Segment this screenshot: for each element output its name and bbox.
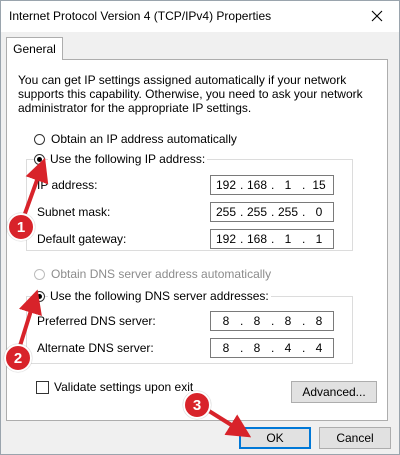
ok-button-label: OK <box>266 431 284 445</box>
octet-separator: . <box>240 205 244 219</box>
properties-dialog: Internet Protocol Version 4 (TCP/IPv4) P… <box>0 0 400 455</box>
obtain-dns-auto-radio[interactable] <box>34 269 45 280</box>
octet-separator: . <box>302 205 306 219</box>
octet-separator: . <box>302 341 306 355</box>
tab-general[interactable]: General <box>6 37 63 60</box>
preferred-dns-octet-3: 8 <box>284 314 292 328</box>
preferred-dns-label: Preferred DNS server: <box>37 314 156 328</box>
advanced-button-label: Advanced... <box>302 385 366 399</box>
subnet-mask-octet-1: 255 <box>215 205 237 219</box>
subnet-mask-octet-2: 255 <box>246 205 268 219</box>
subnet-mask-field[interactable]: 255 . 255 . 255 . 0 <box>210 202 334 222</box>
default-gateway-label: Default gateway: <box>37 232 127 246</box>
subnet-mask-octet-3: 255 <box>277 205 299 219</box>
ip-address-octet-4: 15 <box>312 178 326 192</box>
alternate-dns-octet-3: 4 <box>284 341 292 355</box>
alternate-dns-octet-4: 4 <box>315 341 323 355</box>
title-bar: Internet Protocol Version 4 (TCP/IPv4) P… <box>1 1 399 32</box>
default-gateway-octet-2: 168 <box>246 232 268 246</box>
octet-separator: . <box>271 314 275 328</box>
ip-address-octet-2: 168 <box>246 178 268 192</box>
advanced-button[interactable]: Advanced... <box>291 381 377 403</box>
alternate-dns-field[interactable]: 8 . 8 . 4 . 4 <box>210 338 334 358</box>
step-badge-3: 3 <box>183 391 211 419</box>
ip-address-field[interactable]: 192 . 168 . 1 . 15 <box>210 175 334 195</box>
cancel-button-label: Cancel <box>336 431 374 445</box>
octet-separator: . <box>240 341 244 355</box>
alternate-dns-octet-1: 8 <box>222 341 230 355</box>
preferred-dns-octet-4: 8 <box>315 314 323 328</box>
preferred-dns-field[interactable]: 8 . 8 . 8 . 8 <box>210 311 334 331</box>
alternate-dns-octet-2: 8 <box>253 341 261 355</box>
ip-address-label: IP address: <box>37 178 98 192</box>
default-gateway-octet-3: 1 <box>284 232 292 246</box>
step-badge-1: 1 <box>7 213 35 241</box>
default-gateway-octet-1: 192 <box>215 232 237 246</box>
obtain-ip-auto-label: Obtain an IP address automatically <box>51 132 237 146</box>
obtain-dns-auto-label: Obtain DNS server address automatically <box>51 267 272 281</box>
octet-separator: . <box>271 178 275 192</box>
use-following-dns-radio[interactable] <box>34 291 45 302</box>
alternate-dns-label: Alternate DNS server: <box>37 341 154 355</box>
octet-separator: . <box>302 314 306 328</box>
subnet-mask-octet-4: 0 <box>315 205 323 219</box>
use-following-ip-radio[interactable] <box>34 154 45 165</box>
octet-separator: . <box>271 341 275 355</box>
default-gateway-field[interactable]: 192 . 168 . 1 . 1 <box>210 229 334 249</box>
octet-separator: . <box>302 232 306 246</box>
preferred-dns-octet-1: 8 <box>222 314 230 328</box>
validate-settings-label: Validate settings upon exit <box>54 380 194 394</box>
octet-separator: . <box>240 232 244 246</box>
octet-separator: . <box>271 205 275 219</box>
validate-settings-checkbox[interactable] <box>36 381 49 394</box>
obtain-ip-auto-radio[interactable] <box>34 134 45 145</box>
octet-separator: . <box>271 232 275 246</box>
ip-address-octet-3: 1 <box>284 178 292 192</box>
preferred-dns-octet-2: 8 <box>253 314 261 328</box>
use-following-dns-label: Use the following DNS server addresses: <box>48 289 271 303</box>
close-button[interactable] <box>355 1 399 31</box>
use-following-ip-label: Use the following IP address: <box>48 152 208 166</box>
ok-button[interactable]: OK <box>239 427 311 449</box>
default-gateway-octet-4: 1 <box>315 232 323 246</box>
subnet-mask-label: Subnet mask: <box>37 205 111 219</box>
close-icon <box>371 10 383 22</box>
description-text: You can get IP settings assigned automat… <box>18 73 363 115</box>
octet-separator: . <box>240 314 244 328</box>
cancel-button[interactable]: Cancel <box>319 427 391 449</box>
octet-separator: . <box>302 178 306 192</box>
tab-general-label: General <box>13 42 56 56</box>
octet-separator: . <box>240 178 244 192</box>
ip-address-octet-1: 192 <box>215 178 237 192</box>
step-badge-2: 2 <box>4 344 32 372</box>
window-title: Internet Protocol Version 4 (TCP/IPv4) P… <box>9 9 272 23</box>
